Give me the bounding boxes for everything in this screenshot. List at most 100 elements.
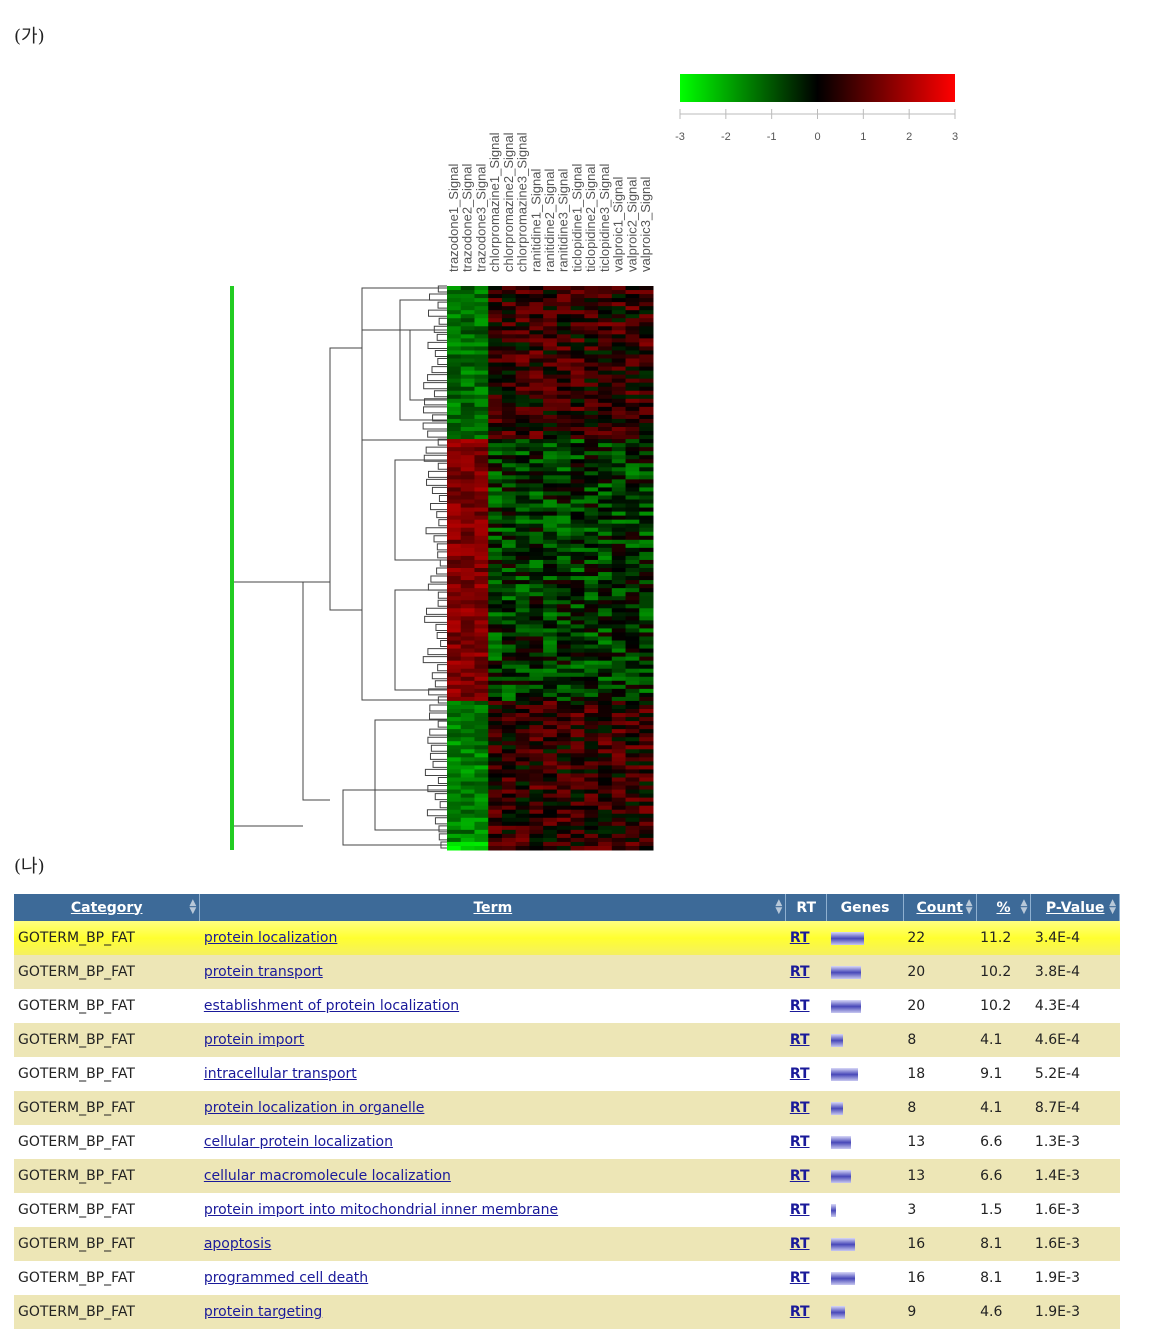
heatmap-cell	[543, 612, 558, 617]
genes-bar-icon[interactable]	[830, 931, 864, 945]
heatmap-cell	[529, 680, 544, 686]
heatmap-cell	[529, 568, 544, 573]
genes-bar-icon[interactable]	[830, 1305, 845, 1319]
heatmap-cell	[447, 648, 462, 654]
heatmap-cell	[611, 431, 627, 436]
term-link[interactable]: programmed cell death	[204, 1270, 368, 1286]
term-link[interactable]: protein import into mitochondrial inner …	[204, 1202, 558, 1218]
heatmap-cell	[639, 451, 654, 456]
heatmap-cell	[611, 358, 627, 364]
genes-bar-icon[interactable]	[830, 999, 861, 1013]
heatmap-cell	[625, 801, 640, 807]
heatmap-cell	[584, 543, 599, 549]
term-link[interactable]: protein import	[204, 1032, 304, 1048]
heatmap-cell	[447, 821, 462, 827]
pvalue-cell: 4.6E-4	[1030, 1023, 1120, 1057]
term-link[interactable]: protein transport	[204, 964, 323, 980]
genes-bar-icon[interactable]	[830, 1203, 836, 1217]
term-link[interactable]: protein localization	[204, 930, 337, 946]
heatmap-cell	[639, 745, 654, 750]
rt-link[interactable]: RT	[790, 1168, 810, 1184]
genes-bar-icon[interactable]	[830, 1271, 855, 1285]
heatmap-cell	[515, 455, 530, 460]
heatmap-cell	[556, 330, 572, 335]
heatmap-cell	[625, 386, 640, 392]
heatmap-cell	[584, 821, 599, 827]
rt-link[interactable]: RT	[790, 1202, 810, 1218]
rt-link[interactable]: RT	[790, 1236, 810, 1252]
header-category[interactable]: Category ▲ ▼	[14, 894, 201, 921]
heatmap-cell	[529, 789, 544, 795]
header-pvalue[interactable]: P-Value ▲ ▼	[1030, 894, 1120, 921]
rt-link[interactable]: RT	[790, 1100, 810, 1116]
genes-bar-icon[interactable]	[830, 1033, 843, 1047]
heatmap-cell	[447, 495, 462, 501]
heatmap-cell	[611, 511, 627, 517]
heatmap-cell	[584, 523, 599, 529]
heatmap-cell	[515, 833, 530, 839]
heatmap-cell	[460, 366, 475, 372]
heatmap-cell	[570, 451, 585, 456]
heatmap-cell	[460, 427, 475, 432]
genes-bar-icon[interactable]	[830, 965, 861, 979]
heatmap-cell	[460, 684, 475, 690]
heatmap-cell	[460, 584, 475, 589]
term-link[interactable]: intracellular transport	[204, 1066, 357, 1082]
header-term[interactable]: Term ▲ ▼	[199, 894, 787, 921]
term-link[interactable]: cellular protein localization	[204, 1134, 393, 1150]
genes-bar-icon[interactable]	[830, 1067, 858, 1081]
heatmap-cell	[639, 543, 654, 549]
heatmap-cell	[529, 459, 544, 464]
heatmap-cell	[598, 608, 613, 613]
genes-bar-icon[interactable]	[830, 1101, 843, 1115]
rt-link[interactable]: RT	[790, 1066, 810, 1082]
heatmap-cell	[598, 467, 613, 472]
heatmap-cell	[501, 290, 517, 295]
heatmap-cell	[611, 676, 627, 682]
header-percent[interactable]: % ▲ ▼	[976, 894, 1032, 921]
heatmap-cell	[529, 628, 544, 633]
term-link[interactable]: cellular macromolecule localization	[204, 1168, 451, 1184]
heatmap-cell	[584, 499, 599, 505]
heatmap-cell	[570, 608, 585, 613]
heatmap-cell	[515, 551, 530, 557]
heatmap-cell	[639, 789, 654, 795]
heatmap-cell	[625, 664, 640, 670]
rt-link[interactable]: RT	[790, 1134, 810, 1150]
heatmap-cell	[529, 471, 544, 476]
rt-link[interactable]: RT	[790, 964, 810, 980]
heatmap-cell	[570, 761, 585, 766]
term-link[interactable]: protein targeting	[204, 1304, 322, 1320]
heatmap-cell	[447, 326, 462, 331]
heatmap-cell	[570, 753, 585, 758]
rt-link[interactable]: RT	[790, 1270, 810, 1286]
heatmap-cell	[474, 757, 489, 762]
rt-link[interactable]: RT	[790, 1032, 810, 1048]
heatmap-cell	[598, 451, 613, 456]
heatmap-cell	[460, 334, 475, 339]
heatmap-cell	[543, 330, 558, 335]
percent-cell: 10.2	[976, 989, 1031, 1023]
heatmap-cell	[611, 354, 627, 360]
term-link[interactable]: establishment of protein localization	[204, 998, 459, 1014]
genes-bar-icon[interactable]	[830, 1135, 851, 1149]
heatmap-cell	[460, 773, 475, 778]
heatmap-cell	[488, 435, 503, 440]
heatmap-cell	[474, 422, 489, 428]
header-count[interactable]: Count ▲ ▼	[903, 894, 977, 921]
heatmap-cell	[611, 523, 627, 529]
rt-link[interactable]: RT	[790, 1304, 810, 1320]
heatmap-cell	[474, 418, 489, 424]
heatmap-cell	[474, 455, 489, 460]
rt-link[interactable]: RT	[790, 998, 810, 1014]
heatmap-cell	[447, 370, 462, 376]
term-link[interactable]: protein localization in organelle	[204, 1100, 425, 1116]
heatmap-cell	[570, 829, 585, 835]
term-link[interactable]: apoptosis	[204, 1236, 271, 1252]
genes-bar-icon[interactable]	[830, 1237, 855, 1251]
genes-bar-icon[interactable]	[830, 1169, 851, 1183]
heatmap-cell	[625, 700, 640, 706]
heatmap-cell	[570, 507, 585, 513]
rt-link[interactable]: RT	[790, 930, 810, 946]
heatmap-cell	[543, 700, 558, 706]
